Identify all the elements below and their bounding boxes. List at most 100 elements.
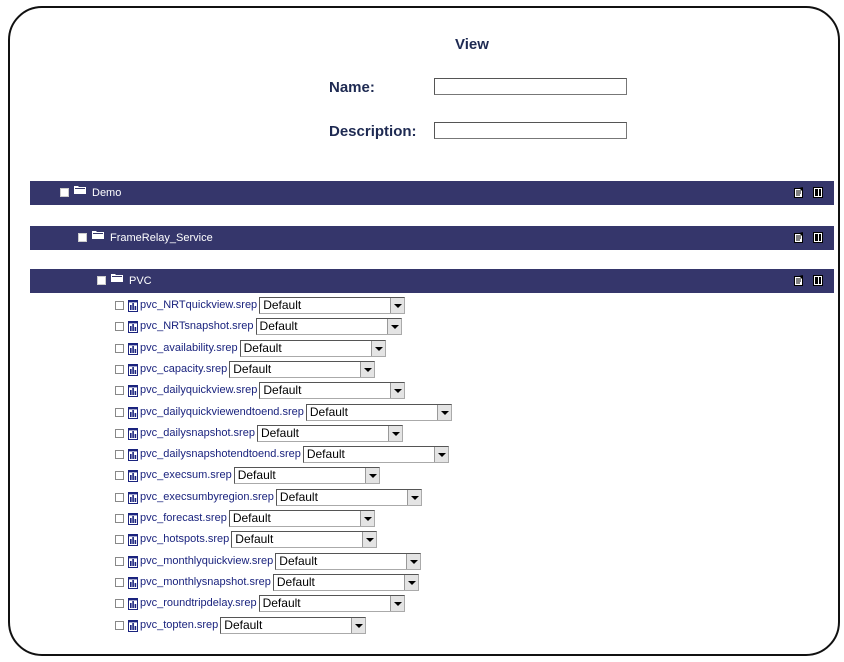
template-select[interactable]: Default (305, 403, 452, 421)
tree-node-framerelay-service[interactable]: FrameRelay_Service (30, 226, 834, 250)
report-checkbox[interactable] (115, 470, 124, 480)
template-select[interactable]: Default (275, 552, 422, 570)
template-select[interactable]: Default (220, 616, 367, 634)
chevron-down-icon[interactable] (351, 617, 366, 633)
report-row: pvc_dailyquickviewendtoend.srep Default (115, 402, 452, 422)
report-name[interactable]: pvc_dailysnapshot.srep (140, 427, 255, 439)
report-name[interactable]: pvc_availability.srep (140, 342, 238, 354)
template-select-value: Default (263, 382, 302, 397)
template-select[interactable]: Default (231, 530, 378, 548)
template-select-value: Default (232, 510, 271, 525)
report-name[interactable]: pvc_execsumbyregion.srep (140, 491, 274, 503)
chevron-down-icon[interactable] (362, 531, 377, 547)
report-checkbox[interactable] (115, 385, 124, 395)
report-checkbox[interactable] (115, 556, 124, 566)
template-select[interactable]: Default (256, 424, 403, 442)
report-checkbox[interactable] (115, 343, 124, 353)
copy-icon[interactable] (813, 187, 823, 198)
report-name[interactable]: pvc_roundtripdelay.srep (140, 597, 257, 609)
template-select[interactable]: Default (229, 360, 376, 378)
template-select-value: Default (235, 531, 274, 546)
report-name[interactable]: pvc_hotspots.srep (140, 533, 229, 545)
name-input[interactable] (434, 78, 627, 95)
chevron-down-icon[interactable] (406, 553, 421, 569)
chevron-down-icon[interactable] (403, 574, 418, 590)
report-row: pvc_dailysnapshot.srep Default (115, 423, 403, 443)
chevron-down-icon[interactable] (364, 467, 379, 483)
chevron-down-icon[interactable] (359, 510, 374, 526)
report-checkbox[interactable] (115, 577, 124, 587)
chevron-down-icon[interactable] (390, 297, 405, 313)
template-select[interactable]: Default (233, 466, 380, 484)
folder-icon (111, 274, 123, 282)
template-select[interactable]: Default (272, 573, 419, 591)
template-select[interactable]: Default (302, 445, 449, 463)
select-checkbox[interactable] (97, 276, 106, 285)
report-icon (128, 619, 138, 632)
report-name[interactable]: pvc_monthlysnapshot.srep (140, 576, 271, 588)
template-select-value: Default (260, 425, 299, 440)
template-select[interactable]: Default (259, 296, 406, 314)
chevron-down-icon[interactable] (436, 404, 451, 420)
report-checkbox[interactable] (115, 407, 124, 417)
report-name[interactable]: pvc_dailyquickviewendtoend.srep (140, 406, 304, 418)
report-checkbox[interactable] (115, 364, 124, 374)
report-checkbox[interactable] (115, 620, 124, 630)
template-select[interactable]: Default (255, 317, 402, 335)
report-checkbox[interactable] (115, 534, 124, 544)
select-checkbox[interactable] (60, 188, 69, 197)
template-select-value: Default (279, 489, 318, 504)
edit-icon[interactable] (794, 232, 804, 243)
report-row: pvc_availability.srep Default (115, 338, 386, 358)
template-select-value: Default (237, 467, 276, 482)
chevron-down-icon[interactable] (406, 489, 421, 505)
template-select[interactable]: Default (228, 509, 375, 527)
report-name[interactable]: pvc_dailyquickview.srep (140, 384, 257, 396)
tree-node-demo[interactable]: Demo (30, 181, 834, 205)
report-checkbox[interactable] (115, 492, 124, 502)
report-icon (128, 342, 138, 355)
chevron-down-icon[interactable] (360, 361, 375, 377)
report-name[interactable]: pvc_monthlyquickview.srep (140, 555, 273, 567)
chevron-down-icon[interactable] (390, 382, 405, 398)
select-checkbox[interactable] (78, 233, 87, 242)
report-name[interactable]: pvc_execsum.srep (140, 469, 232, 481)
chevron-down-icon[interactable] (389, 595, 404, 611)
report-icon (128, 320, 138, 333)
template-select[interactable]: Default (239, 339, 386, 357)
report-icon (128, 576, 138, 589)
report-icon (128, 299, 138, 312)
report-icon (128, 363, 138, 376)
template-select-value: Default (262, 595, 301, 610)
description-input[interactable] (434, 122, 627, 139)
report-name[interactable]: pvc_dailysnapshotendtoend.srep (140, 448, 301, 460)
chevron-down-icon[interactable] (387, 425, 402, 441)
edit-icon[interactable] (794, 187, 804, 198)
report-checkbox[interactable] (115, 598, 124, 608)
chevron-down-icon[interactable] (370, 340, 385, 356)
report-checkbox[interactable] (115, 428, 124, 438)
report-checkbox[interactable] (115, 321, 124, 331)
copy-icon[interactable] (813, 275, 823, 286)
template-select[interactable]: Default (275, 488, 422, 506)
template-select-value: Default (259, 318, 298, 333)
report-name[interactable]: pvc_topten.srep (140, 619, 218, 631)
report-name[interactable]: pvc_capacity.srep (140, 363, 227, 375)
report-name[interactable]: pvc_forecast.srep (140, 512, 227, 524)
chevron-down-icon[interactable] (433, 446, 448, 462)
report-row: pvc_monthlysnapshot.srep Default (115, 572, 419, 592)
report-checkbox[interactable] (115, 513, 124, 523)
template-select[interactable]: Default (258, 594, 405, 612)
copy-icon[interactable] (813, 232, 823, 243)
report-name[interactable]: pvc_NRTsnapshot.srep (140, 320, 254, 332)
report-row: pvc_execsumbyregion.srep Default (115, 487, 422, 507)
report-name[interactable]: pvc_NRTquickview.srep (140, 299, 257, 311)
report-checkbox[interactable] (115, 300, 124, 310)
edit-icon[interactable] (794, 275, 804, 286)
tree-node-pvc[interactable]: PVC (30, 269, 834, 293)
template-select[interactable]: Default (259, 381, 406, 399)
chevron-down-icon[interactable] (386, 318, 401, 334)
report-checkbox[interactable] (115, 449, 124, 459)
report-icon (128, 384, 138, 397)
template-select-value: Default (279, 553, 318, 568)
